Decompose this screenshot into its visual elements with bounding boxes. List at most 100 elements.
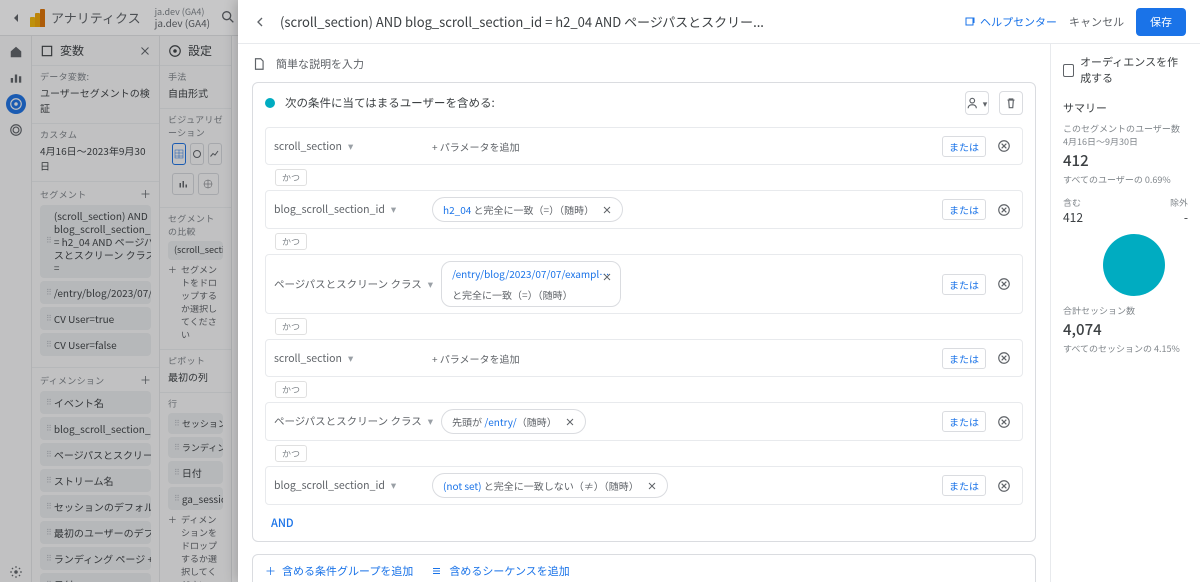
dataset-value[interactable]: ユーザーセグメントの検証 xyxy=(40,85,151,115)
clear-filter-icon[interactable] xyxy=(600,203,614,217)
condition-row: ページパスとスクリーン クラス▾ /entry/blog/2023/07/07/e… xyxy=(265,254,1023,314)
dimension-chip[interactable]: ⠿日付 xyxy=(40,573,151,582)
segment-chip[interactable]: ⠿(scroll_section) AND blog_scroll_sectio… xyxy=(40,205,151,278)
segment-builder: 簡単な説明を入力 次の条件に当てはまるユーザーを含める: ▾ scroll_se… xyxy=(238,44,1050,582)
help-link[interactable]: ヘルプセンター xyxy=(964,14,1057,30)
dimension-chip[interactable]: ⠿ストリーム名 xyxy=(40,469,151,492)
summary-users: 412 xyxy=(1063,150,1188,171)
segment-chip[interactable]: ⠿/entry/blog/2023/07/07/ AND (scroll_sec… xyxy=(40,281,151,304)
dimension-selector[interactable]: blog_scroll_section_id▾ xyxy=(274,478,424,493)
dimension-selector[interactable]: blog_scroll_section_id▾ xyxy=(274,202,424,217)
filter-value-pill[interactable]: h2_04 と完全に一致（=）（随時） xyxy=(432,197,623,222)
create-audience-checkbox[interactable]: オーディエンスを作成する xyxy=(1063,54,1188,86)
viz-bar-icon[interactable] xyxy=(172,173,194,195)
cancel-button[interactable]: キャンセル xyxy=(1069,14,1124,30)
rows-label: 行 xyxy=(168,397,223,410)
segcmp-dropzone[interactable]: ＋セグメントをドロップするか選択してください xyxy=(168,263,223,341)
close-icon[interactable] xyxy=(139,45,151,57)
dimension-chip[interactable]: ⠿blog_scroll_section_id xyxy=(40,417,151,440)
segment-chip[interactable]: ⠿CV User=true xyxy=(40,307,151,330)
dimension-chip[interactable]: ⠿イベント名 xyxy=(40,391,151,414)
add-parameter-button[interactable]: + パラメータを追加 xyxy=(432,351,520,366)
remove-condition-icon[interactable] xyxy=(994,200,1014,220)
pivot-value[interactable]: 最初の列 xyxy=(168,369,223,384)
filter-value-pill[interactable]: /entry/blog/2023/07/07/example-ga4-explo… xyxy=(441,261,621,307)
clear-filter-icon[interactable] xyxy=(563,415,577,429)
segcmp-label: セグメントの比較 xyxy=(168,212,223,238)
viz-donut-icon[interactable] xyxy=(190,143,204,165)
clear-filter-icon[interactable] xyxy=(645,479,659,493)
home-icon[interactable] xyxy=(6,42,26,62)
dimension-selector[interactable]: scroll_section▾ xyxy=(274,139,424,154)
venn-chart xyxy=(1103,234,1165,296)
variables-panel: 変数 データ変数: ユーザーセグメントの検証 カスタム 4月16日～2023年9… xyxy=(32,36,160,582)
add-parameter-button[interactable]: + パラメータを追加 xyxy=(432,139,520,154)
segment-chip[interactable]: ⠿CV User=false xyxy=(40,333,151,356)
delete-group-button[interactable] xyxy=(999,91,1023,115)
ads-icon[interactable] xyxy=(6,120,26,140)
property-selector[interactable]: ja.dev (GA4) ja.dev (GA4) xyxy=(155,7,210,28)
viz-type-tabs-2[interactable] xyxy=(168,169,223,199)
include-label: 含む xyxy=(1063,196,1081,209)
and-connector: かつ xyxy=(275,169,307,186)
or-button[interactable]: または xyxy=(942,136,986,157)
dimension-selector[interactable]: ページパスとスクリーン クラス▾ xyxy=(274,414,433,429)
remove-condition-icon[interactable] xyxy=(994,274,1014,294)
checkbox-icon[interactable] xyxy=(1063,64,1074,77)
scope-button[interactable]: ▾ xyxy=(965,91,989,115)
dimension-selector[interactable]: scroll_section▾ xyxy=(274,351,424,366)
summary-panel: オーディエンスを作成する サマリー このセグメントのユーザー数 4月16日～9月… xyxy=(1050,44,1200,582)
and-button[interactable]: AND xyxy=(253,509,1035,541)
segcmp-chip[interactable]: (scroll_section… blog_scroll_se… xyxy=(168,241,223,260)
exclude-label: 除外 xyxy=(1170,196,1188,209)
back-icon[interactable] xyxy=(252,14,268,30)
settings-panel: 設定 手法 自由形式 ビジュアリゼーション セグメントの比較 xyxy=(160,36,232,582)
or-button[interactable]: または xyxy=(942,274,986,295)
explore-icon[interactable] xyxy=(6,94,26,114)
dimension-chip[interactable]: ⠿ランディング ページ + クエリ文字列 xyxy=(40,547,151,570)
row-chip[interactable]: ⠿日付 xyxy=(168,461,223,484)
dimension-chip[interactable]: ⠿セッションのデフォルト チャネル グループ xyxy=(40,495,151,518)
filter-value-pill[interactable]: (not set) と完全に一致しない（≠）（随時） xyxy=(432,473,668,498)
and-connector: かつ xyxy=(275,445,307,462)
clear-filter-icon[interactable] xyxy=(600,270,614,284)
include-indicator-icon xyxy=(265,98,275,108)
reports-icon[interactable] xyxy=(6,68,26,88)
row-chip[interactable]: ⠿ランディング ページ + クエリ文字列 xyxy=(168,437,223,458)
or-button[interactable]: または xyxy=(942,348,986,369)
save-button[interactable]: 保存 xyxy=(1136,8,1186,36)
viz-label: ビジュアリゼーション xyxy=(168,113,223,139)
description-row[interactable]: 簡単な説明を入力 xyxy=(252,56,1036,72)
viz-table-icon[interactable] xyxy=(172,143,186,165)
or-button[interactable]: または xyxy=(942,199,986,220)
variables-icon xyxy=(40,44,54,58)
remove-condition-icon[interactable] xyxy=(994,136,1014,156)
add-include-group[interactable]: ＋含める条件グループを追加 xyxy=(265,563,413,579)
method-value[interactable]: 自由形式 xyxy=(168,85,223,100)
search-icon[interactable] xyxy=(220,9,238,27)
daterange-value[interactable]: 4月16日～2023年9月30日 xyxy=(40,143,151,173)
viz-type-tabs[interactable] xyxy=(168,139,223,169)
back-icon[interactable] xyxy=(8,10,24,26)
filter-value-pill[interactable]: 先頭が /entry/（随時） xyxy=(441,409,586,434)
remove-condition-icon[interactable] xyxy=(994,476,1014,496)
dimension-chip[interactable]: ⠿最初のユーザーのデフォルト チャネル グループ xyxy=(40,521,151,544)
dimension-selector[interactable]: ページパスとスクリーン クラス▾ xyxy=(274,277,433,292)
viz-line-icon[interactable] xyxy=(208,143,222,165)
settings-icon[interactable] xyxy=(6,562,26,582)
add-dimension-icon[interactable]: ＋ xyxy=(140,372,151,388)
remove-condition-icon[interactable] xyxy=(994,412,1014,432)
dataset-label: データ変数: xyxy=(40,70,151,83)
add-sequence[interactable]: 含めるシーケンスを追加 xyxy=(431,563,569,579)
or-button[interactable]: または xyxy=(942,475,986,496)
or-button[interactable]: または xyxy=(942,411,986,432)
segment-title[interactable]: (scroll_section) AND blog_scroll_section… xyxy=(280,12,952,31)
exclude-count: - xyxy=(1184,209,1188,226)
add-segment-icon[interactable]: ＋ xyxy=(140,186,151,202)
remove-condition-icon[interactable] xyxy=(994,348,1014,368)
dimension-chip[interactable]: ⠿ページパスとスクリーン クラス xyxy=(40,443,151,466)
row-chip[interactable]: ⠿セッションのデフォルト チャネル グループ xyxy=(168,413,223,434)
viz-geo-icon[interactable] xyxy=(198,173,220,195)
row-dropzone[interactable]: ＋ディメンションをドロップするか選択してください xyxy=(168,513,223,582)
row-chip[interactable]: ⠿ga_session_nu… xyxy=(168,487,223,510)
